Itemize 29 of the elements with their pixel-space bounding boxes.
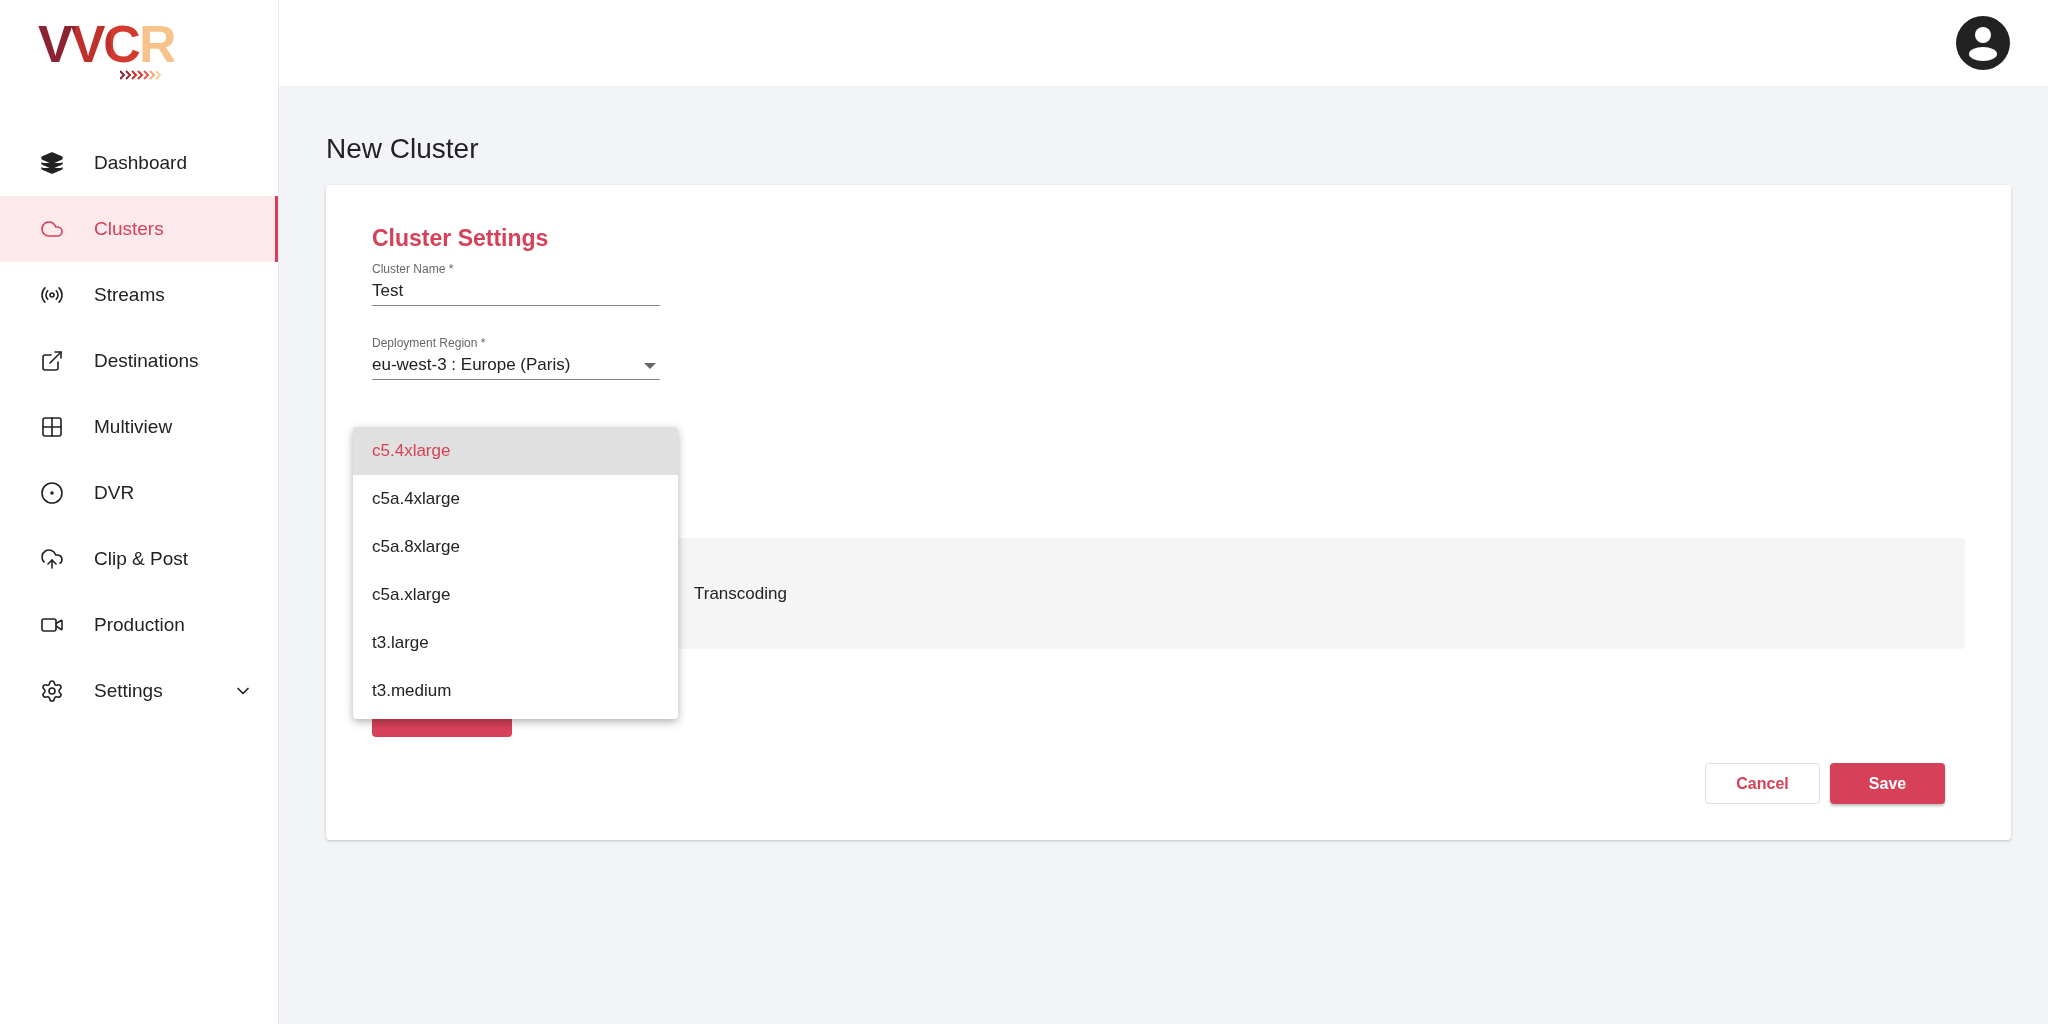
menu-option[interactable]: t3.medium bbox=[353, 667, 678, 715]
menu-option[interactable]: c5a.8xlarge bbox=[353, 523, 678, 571]
input-field[interactable]: Cluster Name * Test bbox=[372, 262, 660, 306]
select-field[interactable]: Deployment Region * eu-west-3 : Europe (Paris) bbox=[372, 336, 660, 380]
sidebar-item[interactable]: Streams bbox=[0, 262, 278, 328]
sidebar-item[interactable]: Destinations bbox=[0, 328, 278, 394]
dropdown-caret-icon bbox=[644, 363, 656, 369]
menu-option[interactable]: c5a.xlarge bbox=[353, 571, 678, 619]
target-icon bbox=[40, 481, 64, 505]
save-button[interactable]: Save bbox=[1830, 763, 1945, 804]
sidebar-item[interactable]: Multiview bbox=[0, 394, 278, 460]
grid-icon bbox=[40, 415, 64, 439]
sidebar-item[interactable]: Settings bbox=[0, 658, 278, 724]
menu-option[interactable]: c5a.4xlarge bbox=[353, 475, 678, 523]
user-avatar-icon[interactable] bbox=[1955, 15, 2011, 71]
settings-icon bbox=[40, 679, 64, 703]
sidebar-item[interactable]: Clusters bbox=[0, 196, 278, 262]
page-title: New Cluster bbox=[326, 133, 480, 165]
cloud-upload-icon bbox=[40, 547, 64, 571]
section-title: Cluster Settings bbox=[372, 225, 550, 252]
sidebar-item[interactable]: Production bbox=[0, 592, 278, 658]
sidebar-item[interactable]: Clip & Post bbox=[0, 526, 278, 592]
layers-icon bbox=[40, 151, 64, 175]
cancel-button[interactable]: Cancel bbox=[1705, 763, 1820, 804]
sidebar-item[interactable]: Dashboard bbox=[0, 130, 278, 196]
menu-option[interactable]: t3.large bbox=[353, 619, 678, 667]
external-link-icon bbox=[40, 349, 64, 373]
sidebar-item[interactable]: DVR bbox=[0, 460, 278, 526]
panel-text: Transcoding bbox=[694, 583, 787, 604]
